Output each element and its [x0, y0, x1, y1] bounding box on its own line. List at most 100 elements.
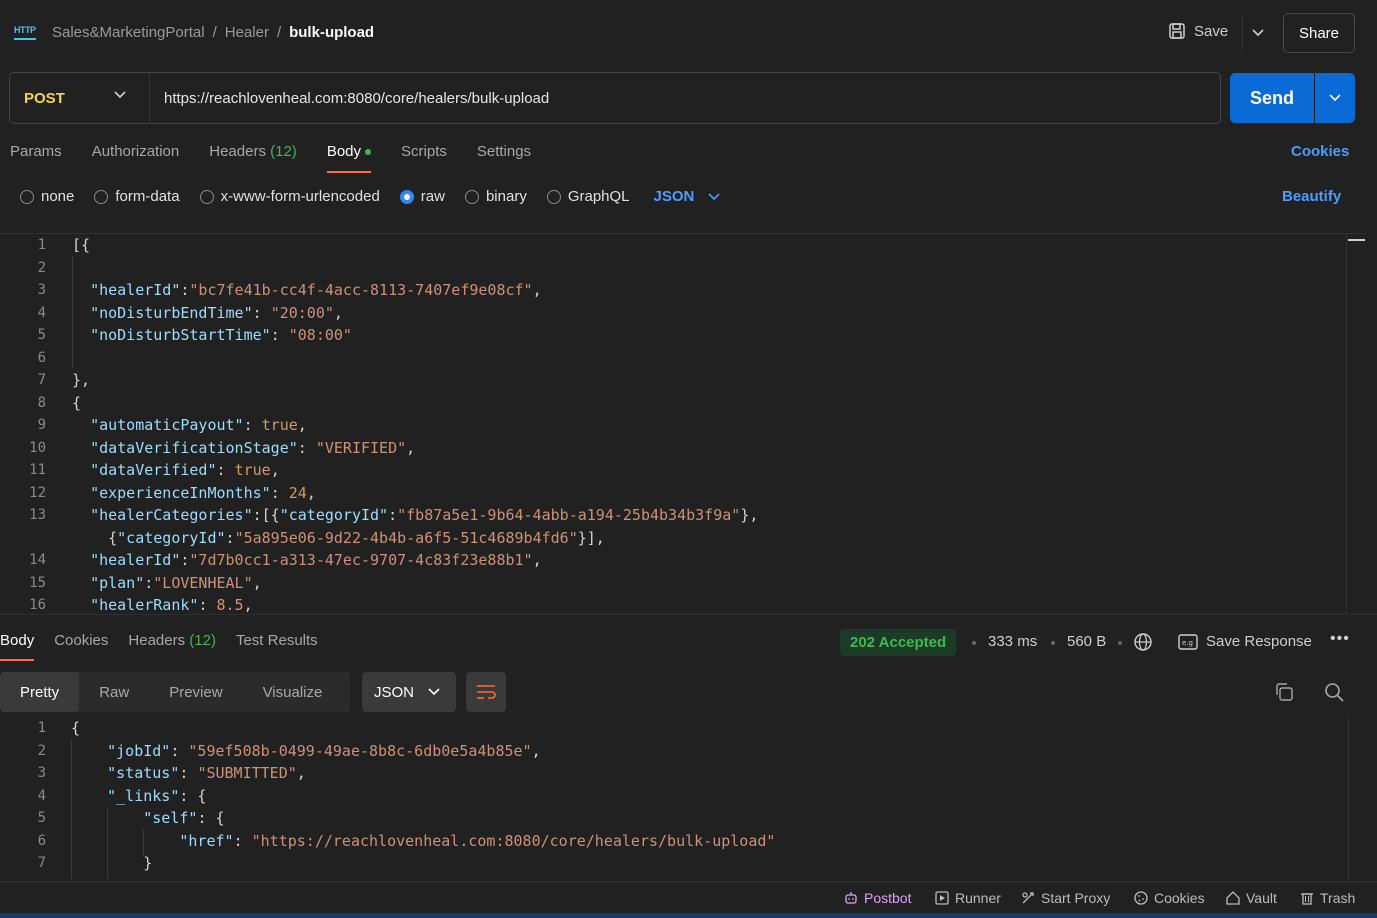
response-size[interactable]: 560 B [1067, 633, 1106, 650]
tab-body[interactable]: Body [326, 143, 372, 173]
radio-label: none [41, 188, 75, 205]
response-tab-headers-label: Headers [128, 632, 186, 649]
code-text: [{ [72, 234, 90, 256]
search-icon[interactable] [1324, 682, 1344, 702]
code-line: 3 "status": "SUBMITTED", [0, 762, 1340, 784]
chevron-down-icon [114, 91, 126, 99]
radio-none[interactable]: none [20, 188, 74, 205]
body-format-select[interactable]: JSON [654, 188, 721, 205]
radio-raw[interactable]: raw [399, 188, 445, 205]
json-punct [226, 461, 235, 479]
json-key: "self" [143, 809, 198, 827]
json-punct: , [531, 741, 541, 760]
json-punct: }], [577, 528, 605, 547]
json-key: "noDisturbStartTime" [90, 326, 271, 344]
breadcrumb-request[interactable]: bulk-upload [289, 24, 374, 41]
http-icon: HTTP [14, 24, 38, 42]
view-tab-visualize[interactable]: Visualize [243, 672, 343, 712]
radio-graphql[interactable]: GraphQL [546, 188, 630, 205]
json-punct [72, 484, 90, 502]
pane-divider[interactable] [0, 614, 1377, 615]
wrap-lines-button[interactable] [466, 672, 506, 712]
json-key: "href" [179, 831, 234, 850]
line-number: 15 [29, 574, 46, 591]
line-number: 13 [29, 507, 46, 523]
radio-binary[interactable]: binary [464, 188, 527, 205]
runner-button[interactable]: Runner [935, 890, 1001, 906]
postbot-icon [845, 892, 857, 904]
save-response-button[interactable]: e.g Save Response [1178, 633, 1312, 650]
share-button[interactable]: Share [1283, 13, 1355, 53]
response-tab-headers[interactable]: Headers (12) [128, 632, 216, 661]
json-punct [72, 326, 90, 344]
beautify-button[interactable]: Beautify [1282, 188, 1341, 205]
json-punct [71, 764, 107, 782]
code-line: 9 "automaticPayout": true, [0, 414, 1340, 436]
cookies-button[interactable]: Cookies [1134, 890, 1205, 906]
editor-scrollbar[interactable] [1346, 233, 1365, 614]
more-options-icon[interactable]: ••• [1330, 630, 1350, 648]
json-punct [72, 439, 90, 457]
radio-circle [20, 189, 34, 204]
view-tab-raw[interactable]: Raw [79, 672, 149, 712]
radio-form-data[interactable]: form-data [94, 188, 180, 205]
top-bar: HTTP Sales&MarketingPortal / Healer / bu… [0, 0, 1377, 66]
response-scrollbar[interactable] [1348, 717, 1349, 880]
breadcrumb-folder[interactable]: Healer [225, 24, 269, 41]
code-line: 5 "noDisturbStartTime": "08:00" [0, 324, 1340, 346]
tab-params[interactable]: Params [10, 143, 62, 173]
radio-label: form-data [115, 188, 180, 205]
indent-guide [107, 807, 108, 879]
json-string: "SUBMITTED" [197, 764, 297, 782]
request-body-editor[interactable]: 1[{2 3 "healerId":"bc7fe41b-cc4f-4acc-811… [0, 233, 1366, 614]
response-tab-body[interactable]: Body [0, 632, 35, 661]
scrollbar-thumb[interactable] [1348, 239, 1365, 241]
trash-icon [1301, 893, 1313, 905]
save-button[interactable]: Save [1168, 22, 1228, 40]
code-text: "dataVerified": true, [72, 459, 280, 481]
tab-authorization[interactable]: Authorization [92, 143, 180, 173]
tab-settings[interactable]: Settings [477, 143, 531, 173]
code-line: 6 "href": "https://reachlovenheal.com:80… [0, 830, 1340, 852]
network-globe-icon[interactable] [1133, 632, 1153, 652]
line-number: 11 [29, 462, 46, 478]
start-proxy-button[interactable]: Start Proxy [1021, 890, 1110, 906]
send-button[interactable]: Send [1230, 73, 1314, 123]
vault-button[interactable]: Vault [1226, 890, 1277, 906]
json-punct: : [243, 416, 253, 434]
response-time[interactable]: 333 ms [988, 633, 1037, 650]
radio-urlencoded[interactable]: x-www-form-urlencoded [199, 188, 380, 205]
copy-icon[interactable] [1274, 682, 1294, 702]
status-badge[interactable]: 202 Accepted [840, 629, 957, 656]
view-tab-pretty[interactable]: Pretty [0, 672, 80, 712]
method-select[interactable]: POST [10, 73, 150, 123]
response-body-viewer[interactable]: 1{2 "jobId": "59ef508b-0499-49ae-8b8c-6d… [0, 717, 1366, 880]
url-input[interactable]: https://reachlovenheal.com:8080/core/hea… [164, 90, 549, 107]
radio-label: binary [485, 188, 527, 205]
code-line: 5 "self": { [0, 807, 1340, 829]
response-format-select[interactable]: JSON [362, 672, 456, 712]
line-number: 12 [29, 484, 46, 501]
response-tab-test-results[interactable]: Test Results [236, 632, 318, 661]
json-punct: { [72, 528, 118, 547]
postbot-button[interactable]: Postbot [844, 890, 911, 906]
line-number: 7 [37, 372, 46, 388]
breadcrumb-collection[interactable]: Sales&MarketingPortal [52, 24, 205, 41]
code-text: }, [72, 369, 90, 391]
tab-scripts[interactable]: Scripts [401, 143, 447, 173]
json-punct [253, 416, 262, 434]
tab-headers[interactable]: Headers (12) [209, 143, 297, 173]
send-options-button[interactable] [1315, 73, 1355, 123]
json-punct: , [243, 596, 253, 614]
json-punct: }, [740, 506, 759, 524]
response-tabs: Body Cookies Headers (12) Test Results [0, 632, 338, 661]
indent-guide [72, 256, 73, 368]
view-tab-preview[interactable]: Preview [149, 672, 242, 712]
cookies-link[interactable]: Cookies [1291, 143, 1349, 160]
json-key: "noDisturbEndTime" [90, 303, 253, 322]
save-options-button[interactable] [1242, 16, 1272, 50]
trash-button[interactable]: Trash [1300, 890, 1355, 906]
json-punct [72, 596, 90, 614]
response-tab-cookies[interactable]: Cookies [54, 632, 108, 661]
code-text: "automaticPayout": true, [72, 414, 307, 436]
